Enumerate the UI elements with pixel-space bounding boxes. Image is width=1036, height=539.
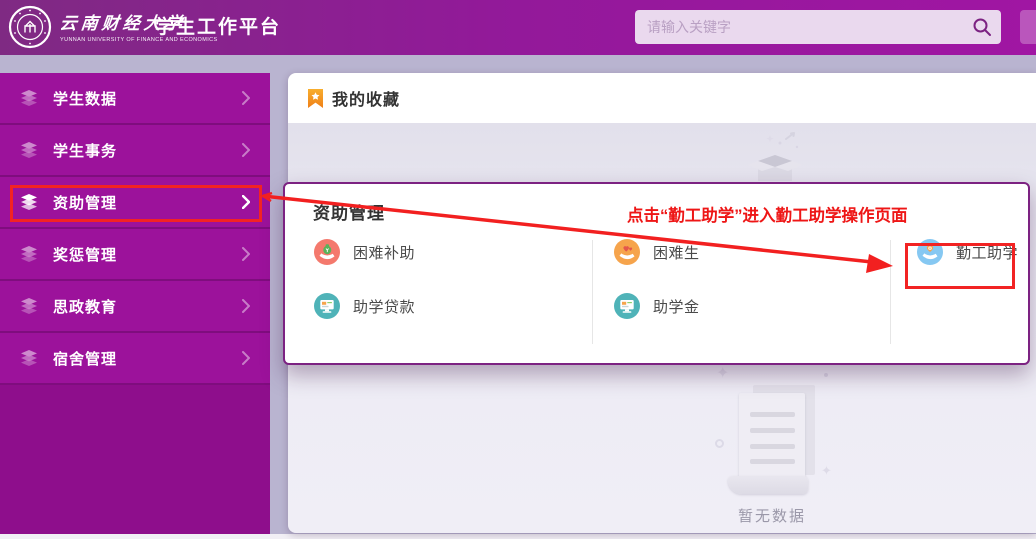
app-header: 云南财经大学 YUNNAN UNIVERSITY OF FINANCE AND … — [0, 0, 1036, 55]
search-icon[interactable] — [972, 17, 992, 37]
sidebar-item-ideology[interactable]: 思政教育 — [0, 281, 270, 333]
empty-state-illustration: ✦ ✦ — [708, 363, 908, 528]
menu-item-student-loan[interactable]: 助学贷款 — [314, 293, 415, 319]
menu-item-label: 困难补助 — [353, 244, 416, 262]
flyout-title: 资助管理 — [313, 204, 385, 223]
favorites-header: 我的收藏 — [288, 73, 1036, 123]
sidebar: 学生数据 学生事务 资助管理 奖惩管理 思政教育 宿舍管理 — [0, 73, 270, 534]
layers-icon — [21, 246, 37, 262]
chevron-right-icon — [242, 91, 250, 105]
favorites-title: 我的收藏 — [332, 92, 401, 109]
monitor-icon — [614, 293, 640, 319]
monitor-icon — [314, 293, 340, 319]
page-curl — [728, 476, 808, 494]
search-box — [635, 10, 1001, 44]
chevron-right-icon — [242, 143, 250, 157]
sidebar-item-label: 思政教育 — [53, 298, 118, 316]
menu-item-label: 助学金 — [653, 298, 700, 316]
hand-heart-icon — [614, 239, 640, 265]
layers-icon — [21, 298, 37, 314]
ring-icon — [715, 439, 724, 448]
dot-icon — [824, 373, 828, 377]
sidebar-item-label: 宿舍管理 — [53, 350, 118, 368]
column-divider — [592, 240, 593, 344]
chevron-right-icon — [242, 299, 250, 313]
sparkle-icon: ✦ — [716, 365, 730, 382]
menu-item-label: 困难生 — [653, 244, 700, 262]
layers-icon — [21, 90, 37, 106]
platform-title: 学生工作平台 — [155, 17, 282, 38]
menu-item-hardship-subsidy[interactable]: 困难补助 — [314, 239, 415, 265]
sidebar-item-label: 学生事务 — [53, 142, 118, 160]
sidebar-item-funding[interactable]: 资助管理 — [0, 177, 270, 229]
sidebar-item-student-data[interactable]: 学生数据 — [0, 73, 270, 125]
university-seal-icon — [8, 5, 52, 49]
sidebar-item-dormitory[interactable]: 宿舍管理 — [0, 333, 270, 385]
column-divider — [890, 240, 891, 344]
search-input[interactable] — [635, 10, 1001, 44]
empty-box-illustration — [748, 132, 802, 181]
sidebar-item-label: 学生数据 — [53, 90, 118, 108]
sidebar-item-label: 资助管理 — [53, 194, 118, 212]
annotation-text: 点击“勤工助学”进入勤工助学操作页面 — [627, 207, 908, 225]
hand-money-icon — [314, 239, 340, 265]
sidebar-item-label: 奖惩管理 — [53, 246, 118, 264]
sparkle-icon: ✦ — [821, 463, 832, 478]
page: 云南财经大学 YUNNAN UNIVERSITY OF FINANCE AND … — [0, 0, 1036, 539]
header-partial-button[interactable] — [1020, 10, 1036, 44]
layers-icon — [21, 142, 37, 158]
menu-item-label: 勤工助学 — [956, 244, 1019, 262]
empty-state-text: 暂无数据 — [737, 508, 806, 525]
layers-icon — [21, 194, 37, 210]
chevron-right-icon — [242, 195, 250, 209]
sidebar-item-rewards[interactable]: 奖惩管理 — [0, 229, 270, 281]
sidebar-item-student-affairs[interactable]: 学生事务 — [0, 125, 270, 177]
layers-icon — [21, 350, 37, 366]
chevron-right-icon — [242, 351, 250, 365]
menu-item-work-study[interactable]: 勤工助学 — [917, 239, 1018, 265]
menu-item-label: 助学贷款 — [353, 298, 416, 316]
menu-item-grant[interactable]: 助学金 — [614, 293, 700, 319]
chevron-right-icon — [242, 247, 250, 261]
menu-item-needy-student[interactable]: 困难生 — [614, 239, 700, 265]
document-front-sheet — [739, 393, 805, 485]
hand-heart-coin-icon — [917, 239, 943, 265]
bookmark-icon — [308, 88, 323, 108]
